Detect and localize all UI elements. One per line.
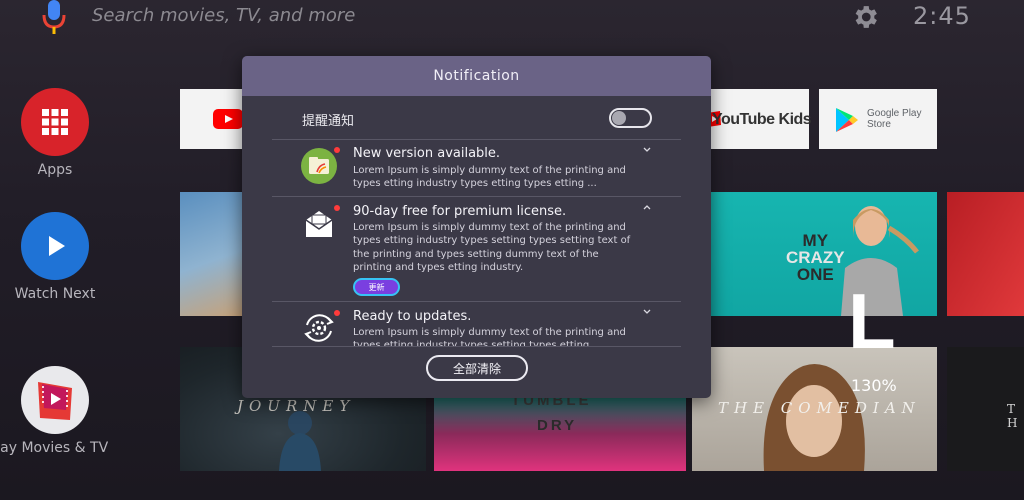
notification-body: Lorem Ipsum is simply dummy text of the … <box>353 165 626 190</box>
content-tile-sky[interactable] <box>180 192 242 316</box>
unread-dot <box>334 205 340 211</box>
dialog-header: Notification <box>242 56 711 96</box>
search-input[interactable]: Search movies, TV, and more <box>92 5 355 26</box>
chevron-down-icon[interactable] <box>642 308 652 316</box>
poster-title-comedian: THE COMEDIAN <box>718 399 921 417</box>
google-play-label: Google Play Store <box>867 108 921 130</box>
mail-icon <box>305 211 333 237</box>
rail-watch-next[interactable]: Watch Next <box>0 212 110 302</box>
rail-play-movies[interactable]: Play Movies & TV <box>0 366 110 456</box>
chevron-up-icon[interactable] <box>642 203 652 211</box>
google-play-label-line1: Google Play <box>867 108 922 119</box>
google-play-label-line2: Store <box>867 119 891 130</box>
clear-all-button[interactable]: 全部清除 <box>426 355 528 381</box>
notification-item[interactable]: New version available. Lorem Ipsum is si… <box>242 140 711 196</box>
gear-icon <box>855 6 877 28</box>
update-package-icon <box>301 148 337 184</box>
rail-apps-label: Apps <box>37 162 73 178</box>
youtube-icon <box>213 109 242 129</box>
poster-title-dry: DRY <box>537 417 578 434</box>
poster-title-my-crazy-one: MY CRAZY ONE <box>786 232 845 283</box>
play-movies-icon <box>21 366 89 434</box>
apps-grid-icon <box>21 88 89 156</box>
notification-dialog: Notification 提醒通知 New version available.… <box>242 56 711 398</box>
unread-dot <box>334 147 340 153</box>
play-icon <box>21 212 89 280</box>
youtube-tile[interactable] <box>180 89 242 149</box>
unread-dot <box>334 310 340 316</box>
chevron-down-icon[interactable] <box>642 146 652 154</box>
google-play-icon <box>836 108 858 132</box>
poster-title-line3: ONE <box>796 265 834 284</box>
reminder-toggle[interactable] <box>609 108 652 128</box>
overlay-letter: L <box>848 277 896 365</box>
clock: 2:45 <box>913 2 971 30</box>
notification-item[interactable]: Ready to updates. Lorem Ipsum is simply … <box>242 302 711 346</box>
rail-play-movies-label: Play Movies & TV <box>0 440 109 456</box>
rail-apps[interactable]: Apps <box>0 88 110 178</box>
notification-title: Ready to updates. <box>353 309 472 324</box>
dialog-title: Notification <box>433 68 520 84</box>
poster-title-journey: JOURNEY <box>237 397 356 415</box>
zoom-level: 130% <box>851 376 897 395</box>
content-tile-red[interactable] <box>947 192 1024 316</box>
rail-watch-next-label: Watch Next <box>14 286 96 302</box>
poster-title-partial: T H <box>1007 402 1024 430</box>
poster-title-line1: MY <box>802 231 829 250</box>
reminder-label: 提醒通知 <box>302 114 355 129</box>
youtube-kids-label: YouTube Kids <box>712 111 812 128</box>
sync-settings-icon <box>304 314 334 342</box>
notification-body: Lorem Ipsum is simply dummy text of the … <box>353 327 626 346</box>
notification-item[interactable]: 90-day free for premium license. Lorem I… <box>242 197 711 301</box>
notification-title: New version available. <box>353 146 501 161</box>
notification-title: 90-day free for premium license. <box>353 204 567 219</box>
divider <box>272 346 681 347</box>
microphone-icon <box>42 0 66 34</box>
poster-title-line2: CRAZY <box>786 248 845 267</box>
update-button[interactable]: 更新 <box>353 278 400 296</box>
toggle-knob <box>612 111 626 125</box>
notification-body: Lorem Ipsum is simply dummy text of the … <box>353 222 631 273</box>
